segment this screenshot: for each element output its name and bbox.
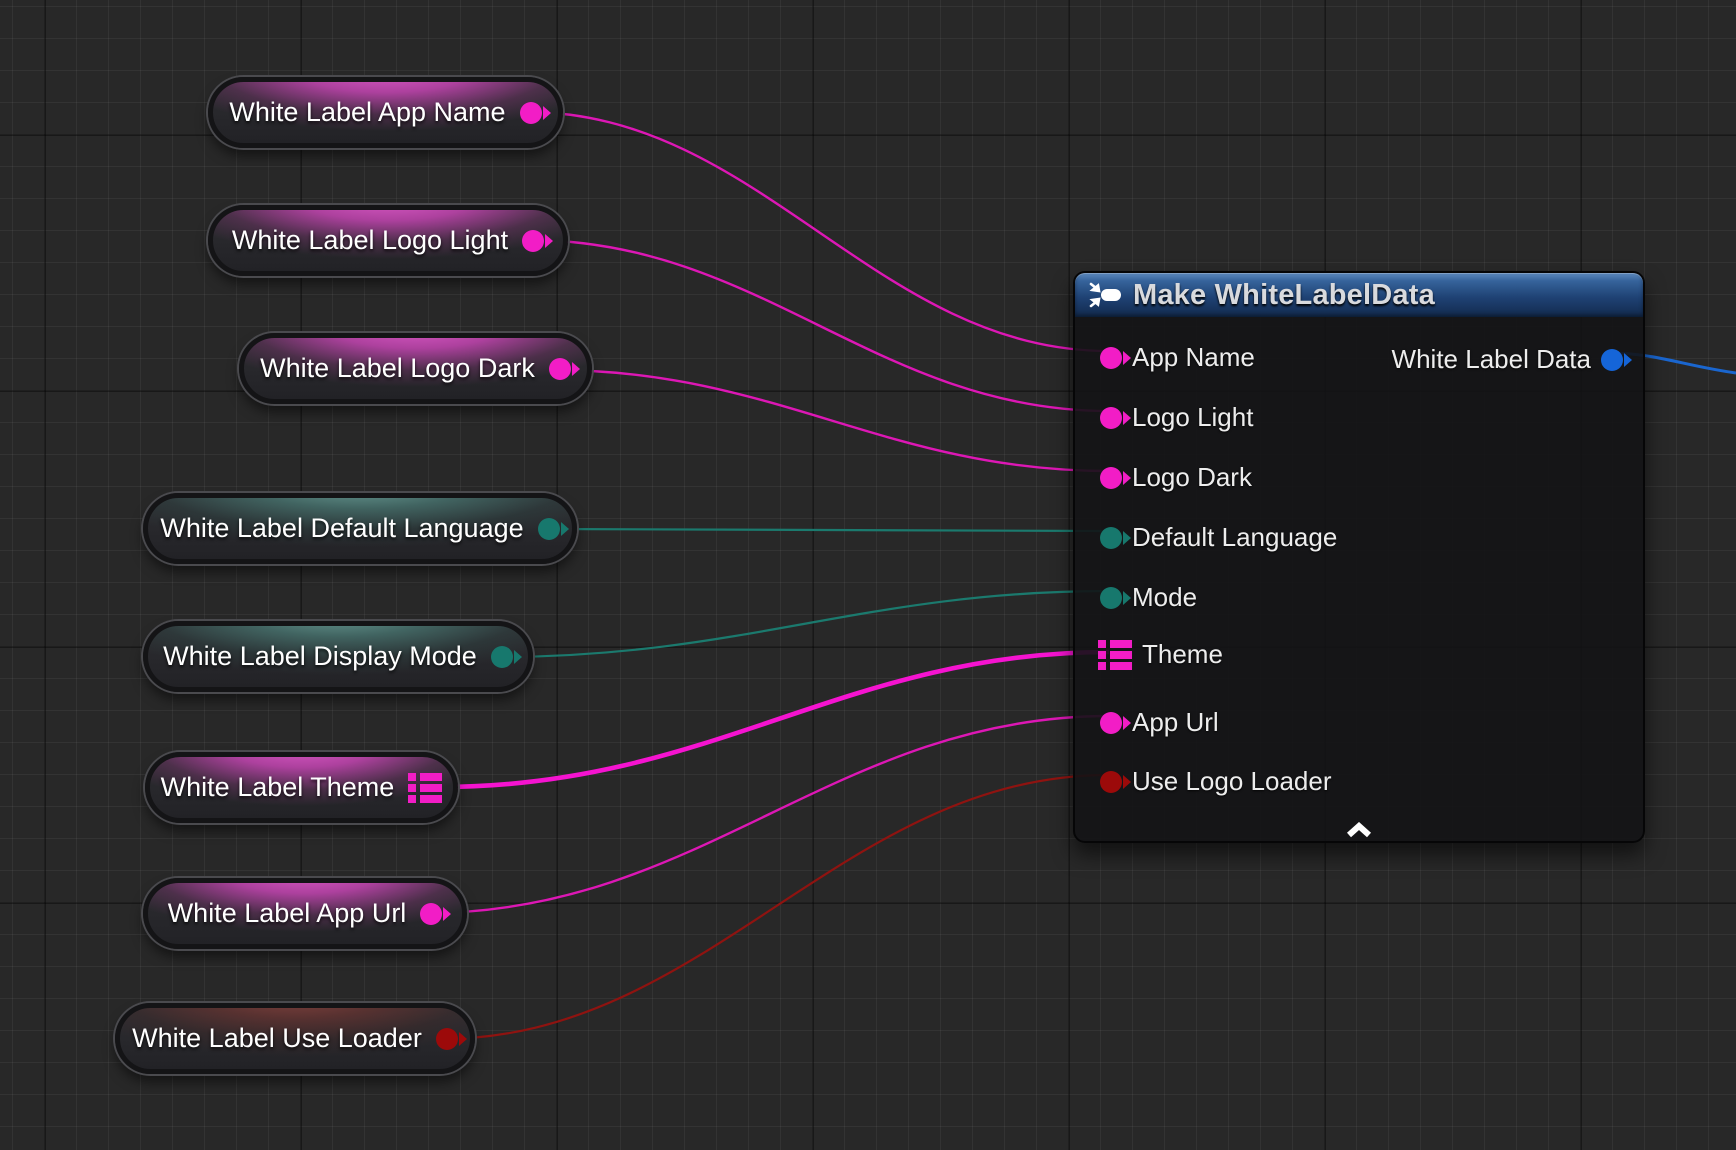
struct-pin-icon[interactable] (408, 773, 442, 803)
enum-pin-icon[interactable] (538, 518, 560, 540)
variable-label: White Label Logo Light (232, 225, 508, 256)
variable-node-white-label-logo-dark[interactable]: White Label Logo Dark (239, 333, 592, 404)
node-title: Make WhiteLabelData (1133, 279, 1435, 312)
string-pin-icon[interactable] (1100, 347, 1122, 369)
string-pin-icon[interactable] (1100, 467, 1122, 489)
variable-node-white-label-app-name[interactable]: White Label App Name (208, 77, 563, 148)
wire-use-loader (441, 775, 1109, 1039)
pin-label: App Name (1132, 342, 1255, 373)
pin-label: Logo Light (1132, 402, 1253, 433)
pin-label: App Url (1132, 707, 1219, 738)
pin-label: Theme (1142, 639, 1223, 670)
string-pin-icon[interactable] (420, 903, 442, 925)
variable-label: White Label Theme (161, 772, 395, 803)
string-pin-icon[interactable] (522, 230, 544, 252)
input-pin-row: Use Logo Loader (1100, 766, 1331, 797)
collapse-node-button[interactable] (1339, 817, 1379, 843)
wire-display-mode (498, 591, 1109, 657)
variable-node-white-label-display-mode[interactable]: White Label Display Mode (143, 621, 533, 692)
pin-label: White Label Data (1392, 344, 1591, 375)
variable-label: White Label Logo Dark (260, 353, 535, 384)
pin-label: Logo Dark (1132, 462, 1252, 493)
enum-pin-icon[interactable] (1100, 587, 1122, 609)
string-pin-icon[interactable] (1100, 712, 1122, 734)
node-header[interactable]: Make WhiteLabelData (1075, 273, 1643, 317)
wire-app-url (428, 716, 1109, 913)
struct-pin-icon[interactable] (1098, 640, 1132, 670)
variable-node-white-label-logo-light[interactable]: White Label Logo Light (208, 205, 568, 276)
variable-label: White Label App Name (229, 97, 505, 128)
variable-label: White Label Use Loader (132, 1023, 422, 1054)
wire-app-name (527, 112, 1109, 351)
chevron-up-icon (1346, 822, 1372, 838)
wire-logo-dark (554, 370, 1109, 471)
wire-default-language (541, 529, 1109, 531)
string-pin-icon[interactable] (1100, 407, 1122, 429)
bool-pin-icon[interactable] (1100, 771, 1122, 793)
wire-logo-light (529, 240, 1109, 411)
variable-label: White Label App Url (168, 898, 407, 929)
variable-node-white-label-default-language[interactable]: White Label Default Language (143, 493, 577, 564)
struct-output-pin-icon[interactable] (1601, 349, 1623, 371)
variable-node-white-label-theme[interactable]: White Label Theme (145, 752, 458, 823)
output-pin-row: White Label Data (1392, 344, 1623, 375)
variable-label: White Label Display Mode (163, 641, 477, 672)
pin-label: Default Language (1132, 522, 1337, 553)
variable-node-white-label-use-loader[interactable]: White Label Use Loader (115, 1003, 475, 1074)
make-whitelabeldata-node[interactable]: Make WhiteLabelData App Name Logo Light … (1073, 271, 1645, 843)
input-pin-row: Logo Dark (1100, 462, 1252, 493)
enum-pin-icon[interactable] (491, 646, 513, 668)
blueprint-canvas[interactable]: White Label App Name White Label Logo Li… (0, 0, 1736, 1150)
input-pin-row: Theme (1098, 639, 1223, 670)
bool-pin-icon[interactable] (436, 1028, 458, 1050)
input-pin-row: Logo Light (1100, 402, 1253, 433)
input-pin-row: App Url (1100, 707, 1219, 738)
pin-label: Mode (1132, 582, 1197, 613)
input-pin-row: Default Language (1100, 522, 1337, 553)
variable-node-white-label-app-url[interactable]: White Label App Url (143, 878, 467, 949)
string-pin-icon[interactable] (549, 358, 571, 380)
make-struct-icon (1089, 280, 1121, 310)
enum-pin-icon[interactable] (1100, 527, 1122, 549)
wire-theme (440, 652, 1109, 787)
input-pin-row: App Name (1100, 342, 1255, 373)
input-pin-row: Mode (1100, 582, 1197, 613)
pin-label: Use Logo Loader (1132, 766, 1331, 797)
variable-label: White Label Default Language (160, 513, 523, 544)
string-pin-icon[interactable] (520, 102, 542, 124)
